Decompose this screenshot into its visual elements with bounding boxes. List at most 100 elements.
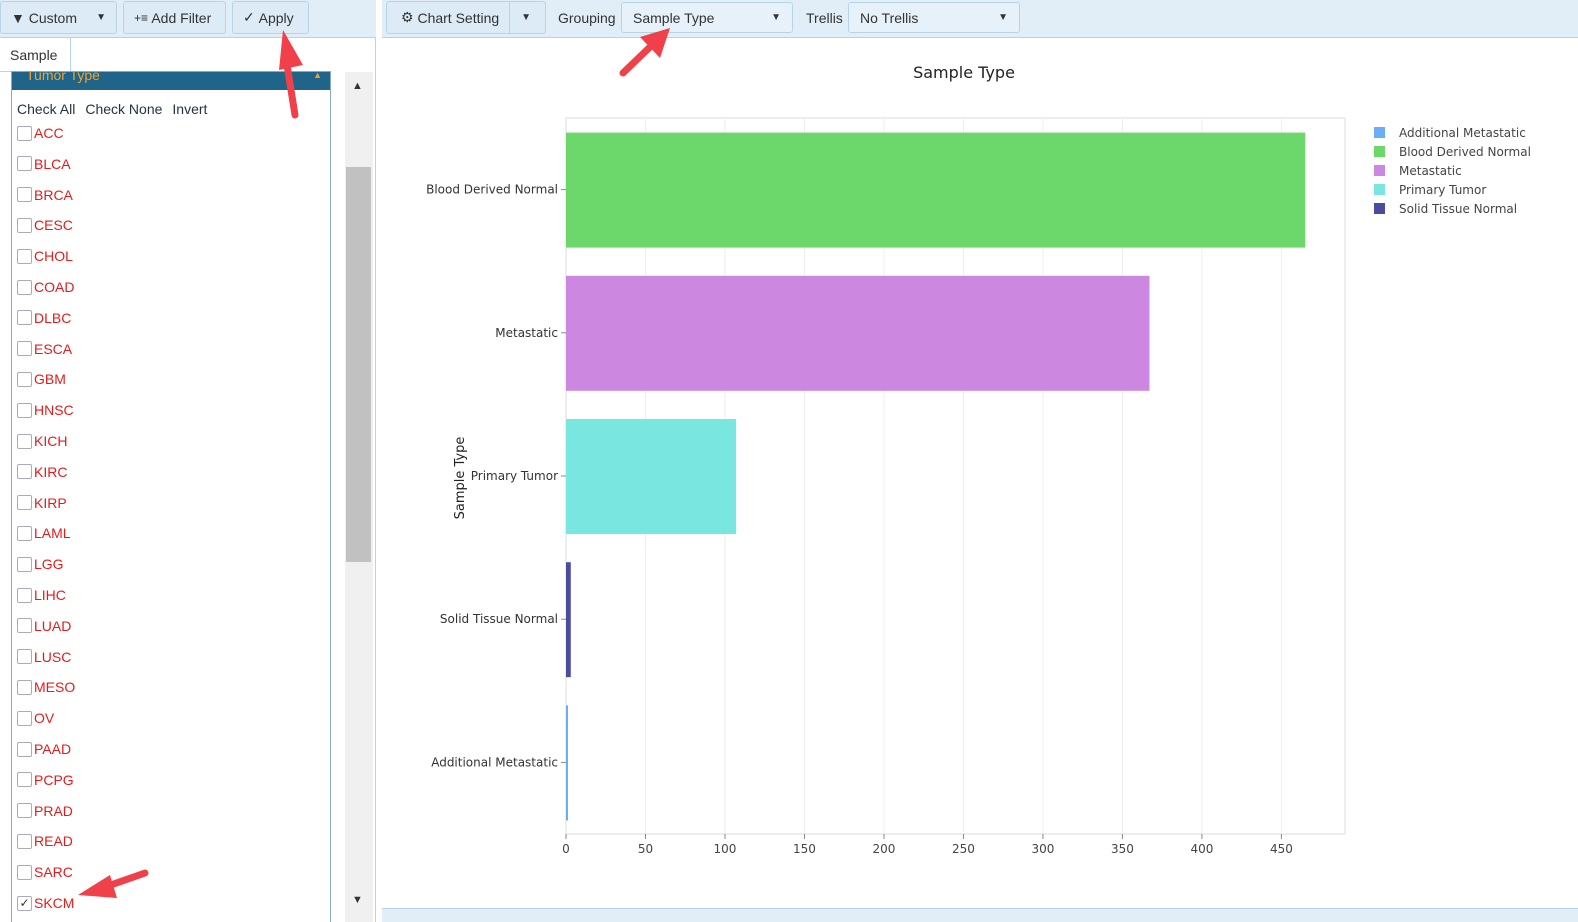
x-tick-label: 400 [1190,842,1213,856]
legend-item[interactable]: Additional Metastatic [1399,126,1526,140]
filter-item-brca[interactable]: BRCA [17,187,73,203]
filter-item-luad[interactable]: LUAD [17,618,71,634]
filter-item-hnsc[interactable]: HNSC [17,402,74,418]
bar-additional-metastatic[interactable] [566,705,568,821]
checkbox[interactable] [17,803,32,819]
filter-item-lusc[interactable]: LUSC [17,649,71,665]
collapse-icon[interactable]: ▲ [313,72,322,80]
bar-metastatic[interactable] [566,275,1150,391]
checkbox[interactable] [17,864,32,880]
y-tick-label: Additional Metastatic [431,755,558,769]
checkbox[interactable] [17,587,32,603]
checkbox[interactable] [17,310,32,326]
filter-item-lgg[interactable]: LGG [17,556,64,572]
trellis-select[interactable]: No Trellis ▼ [848,2,1020,33]
filter-item-label: LGG [34,556,64,573]
bottom-splitter[interactable] [382,908,1578,922]
checkbox[interactable] [17,525,32,541]
filter-item-ov[interactable]: OV [17,710,54,726]
filter-item-paad[interactable]: PAAD [17,741,71,757]
checkbox[interactable] [17,125,32,141]
add-filter-button[interactable]: +≡ Add Filter [123,1,226,34]
filter-item-cesc[interactable]: CESC [17,217,73,233]
x-tick-label: 0 [562,842,570,856]
checkbox[interactable] [17,679,32,695]
checkbox[interactable] [17,618,32,634]
filter-panel: ▼ Custom ▼ +≡ Add Filter ✓ Apply Sample T… [0,0,376,922]
x-tick-label: 300 [1031,842,1054,856]
filter-item-acc[interactable]: ACC [17,125,64,141]
scroll-up-icon[interactable]: ▲ [352,80,363,92]
check-none-link[interactable]: Check None [85,101,162,117]
x-tick-label: 350 [1111,842,1134,856]
y-tick-label: Solid Tissue Normal [440,612,558,626]
legend-item[interactable]: Solid Tissue Normal [1399,202,1517,216]
invert-link[interactable]: Invert [172,101,207,117]
chart-setting-button[interactable]: ⚙ Chart Setting ▼ [386,1,546,34]
checkbox[interactable] [17,464,32,480]
filter-item-lihc[interactable]: LIHC [17,587,66,603]
filter-item-kirc[interactable]: KIRC [17,464,67,480]
filter-item-esca[interactable]: ESCA [17,341,72,357]
scrollbar[interactable]: ▲ ▼ [345,72,373,922]
legend-item[interactable]: Primary Tumor [1399,183,1486,197]
filter-item-meso[interactable]: MESO [17,679,75,695]
filter-item-label: KICH [34,433,68,449]
filter-item-dlbc[interactable]: DLBC [17,310,71,326]
checkbox[interactable]: ✓ [17,895,32,911]
legend-item[interactable]: Blood Derived Normal [1399,145,1531,159]
checkbox[interactable] [17,217,32,233]
filter-item-skcm[interactable]: ✓ SKCM [17,895,74,911]
annotation-arrow [78,869,149,898]
checkbox[interactable] [17,433,32,449]
bar-blood-derived-normal[interactable] [566,132,1306,248]
checkbox[interactable] [17,341,32,357]
checkbox[interactable] [17,772,32,788]
filter-item-kirp[interactable]: KIRP [17,495,67,511]
filter-item-label: KIRP [34,494,67,511]
checkbox[interactable] [17,279,32,295]
check-icon: ✓ [243,9,259,25]
checkbox[interactable] [17,495,32,511]
filter-item-read[interactable]: READ [17,833,73,849]
filter-item-laml[interactable]: LAML [17,525,71,541]
scrollbar-thumb[interactable] [346,167,371,562]
annotation-arrow [619,28,670,77]
chevron-down-icon[interactable]: ▼ [510,12,531,23]
chart-toolbar: ⚙ Chart Setting ▼ Grouping Sample Type ▼ … [382,0,1578,38]
tab-sample[interactable]: Sample [0,38,71,72]
filter-item-sarc[interactable]: SARC [17,864,73,880]
scroll-down-icon[interactable]: ▼ [352,894,363,906]
filter-item-blca[interactable]: BLCA [17,156,71,172]
trellis-label: Trellis [806,10,843,26]
filter-item-kich[interactable]: KICH [17,433,67,449]
checkbox[interactable] [17,710,32,726]
filter-item-chol[interactable]: CHOL [17,248,73,264]
checkbox[interactable] [17,649,32,665]
bar-primary-tumor[interactable] [566,419,737,534]
checkbox[interactable] [17,156,32,172]
checkbox[interactable] [17,371,32,387]
filter-item-label: PAAD [34,741,72,757]
filter-item-label: OV [34,710,55,727]
checkbox[interactable] [17,556,32,572]
legend-item[interactable]: Metastatic [1399,164,1462,178]
checkbox[interactable] [17,402,32,418]
filter-item-label: MESO [34,679,76,696]
filter-item-pcpg[interactable]: PCPG [17,772,74,788]
gear-icon: ⚙ [401,9,418,25]
filter-item-prad[interactable]: PRAD [17,803,73,819]
filter-item-label: READ [34,833,73,850]
checkbox[interactable] [17,187,32,203]
y-tick-label: Metastatic [495,326,558,340]
y-tick-label: Primary Tumor [471,469,558,483]
filter-item-coad[interactable]: COAD [17,279,74,295]
checkbox[interactable] [17,248,32,264]
bar-solid-tissue-normal[interactable] [566,562,571,678]
check-all-link[interactable]: Check All [17,101,75,117]
checkbox[interactable] [17,833,32,849]
custom-dropdown-button[interactable]: ▼ Custom ▼ [0,1,117,34]
x-tick-label: 450 [1270,842,1293,856]
filter-item-gbm[interactable]: GBM [17,371,66,387]
checkbox[interactable] [17,741,32,757]
